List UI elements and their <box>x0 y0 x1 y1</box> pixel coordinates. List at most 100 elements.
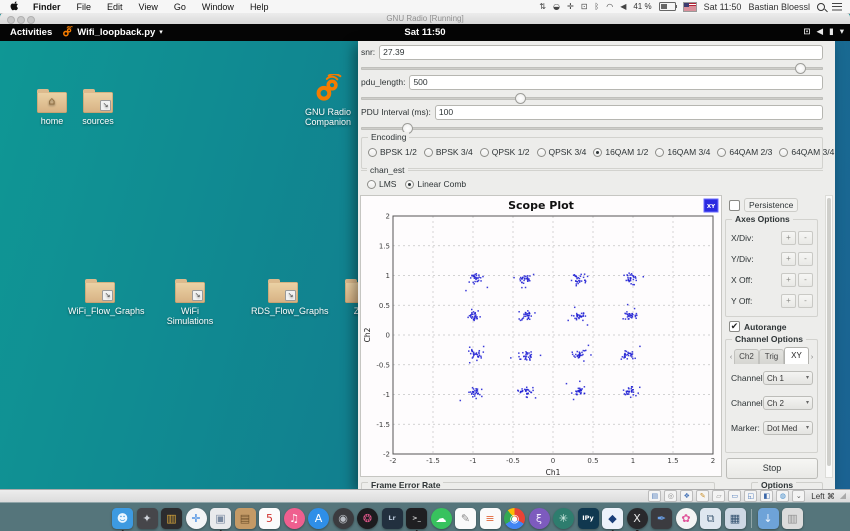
dock-icon-textedit[interactable]: ✎ <box>455 508 476 529</box>
tab-ch2[interactable]: Ch2 <box>734 349 759 364</box>
airplay-icon[interactable]: ⊡ <box>581 3 588 11</box>
menu-window[interactable]: Window <box>194 2 242 12</box>
volume-icon[interactable]: ◀ <box>816 28 823 37</box>
pencil-icon[interactable]: ✎ <box>696 490 709 502</box>
stop-button[interactable]: Stop <box>726 458 818 479</box>
dock-icon-remote-desktop[interactable]: ▦ <box>725 508 746 529</box>
tunnelblick-icon[interactable]: ◒ <box>553 3 560 11</box>
dropdown-dot-med[interactable]: Dot Med▾ <box>763 421 813 435</box>
wifi-icon[interactable]: ◠ <box>606 3 613 11</box>
encoding-option-64qam-3-4[interactable]: 64QAM 3/4 <box>779 147 834 157</box>
dock-icon-anaconda[interactable]: ✳ <box>553 508 574 529</box>
dock-window-icon[interactable]: ◧ <box>760 490 773 502</box>
display-icon[interactable]: ▭ <box>728 490 741 502</box>
desktop-icon-wifi-simulations[interactable]: ↘WiFi Simulations <box>158 278 222 327</box>
network-icon[interactable]: ❖ <box>680 490 693 502</box>
desktop-icon-sources[interactable]: ↘sources <box>66 88 130 126</box>
encoding-option-16qam-3-4[interactable]: 16QAM 3/4 <box>655 147 710 157</box>
persistence-checkbox[interactable] <box>729 200 740 211</box>
globe-icon[interactable]: ◍ <box>776 490 789 502</box>
dock-icon-screen-sharing[interactable]: ⧉ <box>700 508 721 529</box>
plus-button[interactable]: + <box>781 273 796 287</box>
minus-button[interactable]: - <box>798 231 813 245</box>
encoding-option-bpsk-3-4[interactable]: BPSK 3/4 <box>424 147 473 157</box>
plus-button[interactable]: + <box>781 231 796 245</box>
menu-file[interactable]: File <box>69 2 100 12</box>
minus-button[interactable]: - <box>798 252 813 266</box>
dock-icon-pen-tool[interactable]: ✒ <box>651 508 672 529</box>
gnome-clock[interactable]: Sat 11:50 <box>404 27 445 38</box>
dock-icon-lightroom[interactable]: Lr <box>382 508 403 529</box>
dock-icon-emacs[interactable]: ξ <box>529 508 550 529</box>
bluetooth-icon[interactable]: ᛒ <box>594 3 599 11</box>
plus-button[interactable]: + <box>781 294 796 308</box>
minus-button[interactable]: - <box>798 294 813 308</box>
dock-icon-color-app[interactable]: ✿ <box>676 508 697 529</box>
tab-trig[interactable]: Trig <box>759 349 784 364</box>
dock-icon-pixelmator[interactable]: ❂ <box>357 508 378 529</box>
dock-icon-media-app[interactable]: ▥ <box>161 508 182 529</box>
pdu_interval-slider[interactable] <box>361 123 823 134</box>
activities-button[interactable]: Activities <box>0 27 62 38</box>
desktop-icon-gnu-radio-companion[interactable]: GNU Radio Companion <box>296 74 360 128</box>
chan-est-option-lms[interactable]: LMS <box>367 179 396 189</box>
dock-icon-ipython[interactable]: IPy <box>578 508 599 529</box>
desktop-icon-rds-flow-graphs[interactable]: ↘RDS_Flow_Graphs <box>251 278 315 316</box>
dock-icon-reminders[interactable]: ≡ <box>480 508 501 529</box>
dock-icon-safari[interactable]: ✛ <box>186 508 207 529</box>
pdu_length-slider-thumb[interactable] <box>515 93 526 104</box>
menu-help[interactable]: Help <box>242 2 277 12</box>
shared-folder-icon[interactable]: ▱ <box>712 490 725 502</box>
pdu_interval-input[interactable] <box>435 105 823 120</box>
gnome-status-icons[interactable]: ⊡ ◀ ▮ ▾ <box>803 28 844 37</box>
hard-disk-icon[interactable]: ▤ <box>648 490 661 502</box>
crosshair-icon[interactable]: ✛ <box>567 3 574 11</box>
scrollbar-thumb[interactable] <box>827 198 831 466</box>
pdu_length-slider[interactable] <box>361 93 823 104</box>
menu-caret-icon[interactable]: ▾ <box>840 28 844 37</box>
encoding-option-16qam-1-2[interactable]: 16QAM 1/2 <box>593 147 648 157</box>
updown-arrows-icon[interactable]: ⇅ <box>539 3 546 11</box>
dock-icon-downloads-folder[interactable]: ↓ <box>758 508 779 529</box>
snr-slider[interactable] <box>361 63 823 74</box>
display-icon[interactable]: ⊡ <box>803 28 810 37</box>
gnome-app-menu[interactable]: Wifi_loopback.py ▾ <box>62 26 163 40</box>
dock-icon-garageband[interactable]: ◉ <box>333 508 354 529</box>
dock-icon-calendar[interactable]: 5 <box>259 508 280 529</box>
apple-menu-icon[interactable] <box>8 1 25 13</box>
dropdown-ch-2[interactable]: Ch 2▾ <box>763 396 813 410</box>
dock-icon-finder[interactable]: ☻ <box>112 508 133 529</box>
input-source-flag-icon[interactable] <box>683 2 697 12</box>
desktop-icon-wifi-flow-graphs[interactable]: ↘WiFi_Flow_Graphs <box>68 278 132 316</box>
notification-center-icon[interactable] <box>832 3 842 11</box>
spotlight-search-icon[interactable] <box>817 3 825 11</box>
dock-icon-virtualbox[interactable]: ◆ <box>602 508 623 529</box>
minus-button[interactable]: - <box>798 273 813 287</box>
menu-finder[interactable]: Finder <box>25 2 69 12</box>
encoding-option-qpsk-3-4[interactable]: QPSK 3/4 <box>537 147 587 157</box>
chan-est-option-linear-comb[interactable]: Linear Comb <box>405 179 466 189</box>
encoding-option-bpsk-1-2[interactable]: BPSK 1/2 <box>368 147 417 157</box>
snr-slider-thumb[interactable] <box>795 63 806 74</box>
dock-icon-xquartz[interactable]: X <box>627 508 648 529</box>
menubar-clock[interactable]: Sat 11:50 <box>704 2 742 12</box>
menu-view[interactable]: View <box>131 2 166 12</box>
pdu_length-input[interactable] <box>409 75 823 90</box>
autorange-checkbox[interactable]: ✔ <box>729 321 740 332</box>
snr-input[interactable] <box>379 45 823 60</box>
resize-grip-icon[interactable]: ◢ <box>840 492 846 500</box>
menu-go[interactable]: Go <box>166 2 194 12</box>
tab-xy[interactable]: XY <box>784 347 809 364</box>
menu-edit[interactable]: Edit <box>99 2 131 12</box>
battery-icon[interactable]: ▮ <box>829 28 834 37</box>
vertical-scrollbar[interactable] <box>825 195 833 478</box>
menubar-user[interactable]: Bastian Bloessl <box>748 2 810 12</box>
dock-icon-itunes[interactable]: ♫ <box>284 508 305 529</box>
encoding-option-64qam-2-3[interactable]: 64QAM 2/3 <box>717 147 772 157</box>
dock-icon-contacts[interactable]: ▤ <box>235 508 256 529</box>
tab-scroll-right-icon[interactable]: › <box>809 354 815 364</box>
dock-icon-trash[interactable]: ▥ <box>782 508 803 529</box>
encoding-option-qpsk-1-2[interactable]: QPSK 1/2 <box>480 147 530 157</box>
dock-icon-app-store[interactable]: A <box>308 508 329 529</box>
mouse-integration-icon[interactable]: ⌄ <box>792 490 805 502</box>
